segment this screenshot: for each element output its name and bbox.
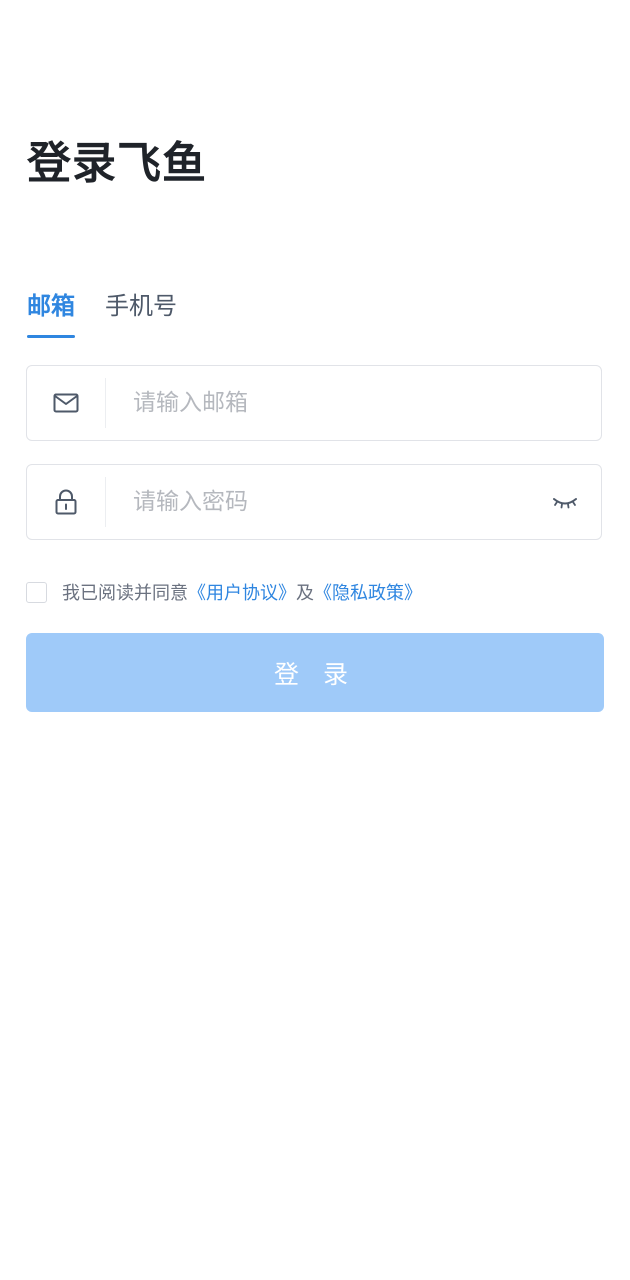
privacy-policy-link[interactable]: 《隐私政策》 xyxy=(314,579,422,605)
agreement-row: 我已阅读并同意 《用户协议》 及 《隐私政策》 xyxy=(26,578,422,606)
field-divider xyxy=(105,378,106,428)
agreement-checkbox[interactable] xyxy=(26,581,47,603)
tab-phone[interactable]: 手机号 xyxy=(105,286,177,340)
tab-email[interactable]: 邮箱 xyxy=(27,286,75,340)
password-input[interactable] xyxy=(133,465,533,539)
active-tab-indicator xyxy=(27,335,75,338)
tab-phone-label: 手机号 xyxy=(105,292,177,320)
field-divider xyxy=(105,477,106,527)
mail-icon xyxy=(27,366,105,440)
password-field xyxy=(26,464,602,540)
login-button[interactable]: 登 录 xyxy=(26,633,604,712)
eye-closed-icon[interactable] xyxy=(551,489,579,517)
email-field xyxy=(26,365,602,441)
email-input[interactable] xyxy=(133,366,533,440)
login-method-tabs: 邮箱 手机号 xyxy=(27,286,207,340)
user-agreement-link[interactable]: 《用户协议》 xyxy=(188,579,296,605)
tab-email-label: 邮箱 xyxy=(27,292,75,320)
agreement-conjunction: 及 xyxy=(296,583,314,604)
page-title: 登录飞鱼 xyxy=(27,138,207,189)
agreement-prefix: 我已阅读并同意 xyxy=(62,583,188,604)
lock-icon xyxy=(27,465,105,539)
